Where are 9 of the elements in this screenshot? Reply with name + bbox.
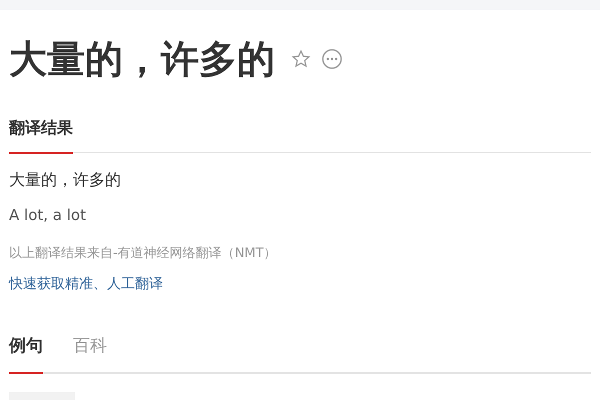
star-icon[interactable] — [291, 49, 311, 69]
tab[interactable]: 翻译结果 — [9, 116, 73, 154]
translation-text: A lot, a lot — [9, 205, 87, 226]
word-title: 大量的，许多的 — [9, 40, 275, 78]
source-text: 大量的，许多的 — [9, 169, 122, 191]
human-translation-link[interactable]: 快速获取精准、人工翻译 — [9, 274, 163, 294]
more-icon[interactable] — [321, 48, 343, 70]
tab[interactable]: 例句 — [9, 334, 43, 374]
attribution-text: 以上翻译结果来自-有道神经网络翻译（NMT） — [9, 245, 278, 263]
